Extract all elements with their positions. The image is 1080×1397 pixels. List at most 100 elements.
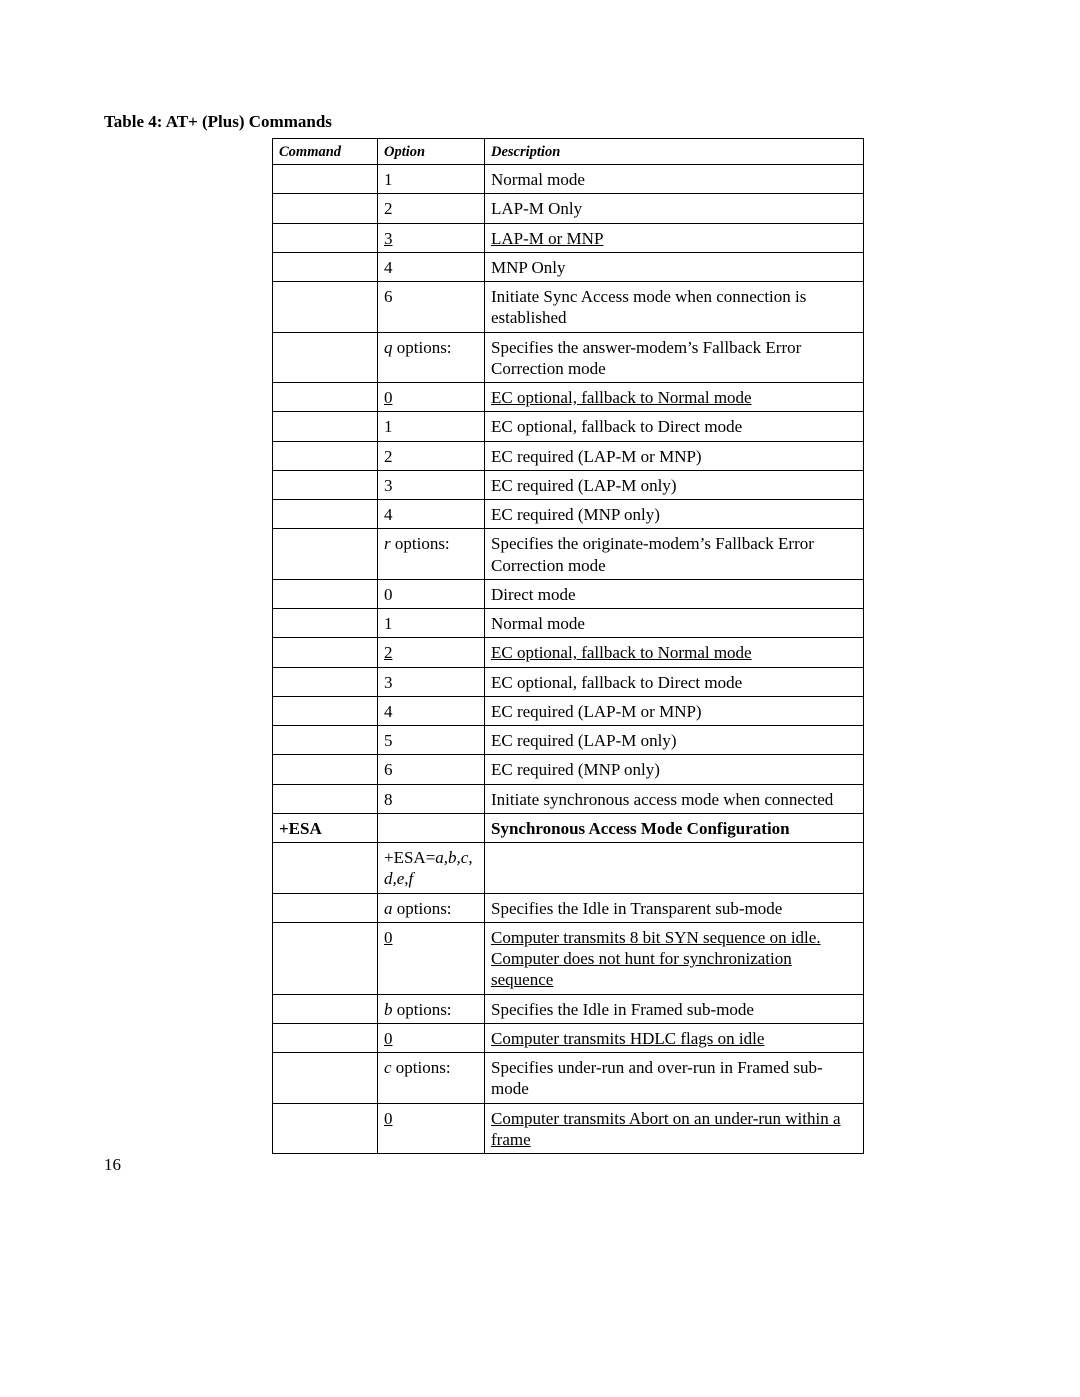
- cell-command: [273, 412, 378, 441]
- cell-command: [273, 194, 378, 223]
- cell-command: +ESA: [273, 813, 378, 842]
- cell-command: [273, 223, 378, 252]
- col-description: Description: [485, 139, 864, 165]
- cell-command: [273, 383, 378, 412]
- cell-command: [273, 609, 378, 638]
- cell-description: Specifies the originate-modem’s Fallback…: [485, 529, 864, 580]
- table-row: a options:Specifies the Idle in Transpar…: [273, 893, 864, 922]
- cell-description: EC optional, fallback to Direct mode: [485, 667, 864, 696]
- cell-option: 4: [378, 252, 485, 281]
- table-header-row: Command Option Description: [273, 139, 864, 165]
- cell-description: EC required (LAP-M or MNP): [485, 696, 864, 725]
- table-row: 0Computer transmits Abort on an under-ru…: [273, 1103, 864, 1154]
- table-row: b options:Specifies the Idle in Framed s…: [273, 994, 864, 1023]
- cell-command: [273, 500, 378, 529]
- cell-command: [273, 579, 378, 608]
- cell-option: 1: [378, 165, 485, 194]
- cell-option: 1: [378, 412, 485, 441]
- cell-description: Specifies the Idle in Framed sub-mode: [485, 994, 864, 1023]
- cell-option: 0: [378, 922, 485, 994]
- cell-option: 5: [378, 726, 485, 755]
- cell-option: 8: [378, 784, 485, 813]
- cell-description: Normal mode: [485, 609, 864, 638]
- cell-command: [273, 726, 378, 755]
- cell-option: 0: [378, 383, 485, 412]
- cell-command: [273, 441, 378, 470]
- cell-option: 3: [378, 223, 485, 252]
- cell-command: [273, 994, 378, 1023]
- cell-command: [273, 252, 378, 281]
- table-row: 0Direct mode: [273, 579, 864, 608]
- cell-option: b options:: [378, 994, 485, 1023]
- table-row: 3LAP-M or MNP: [273, 223, 864, 252]
- cell-description: EC optional, fallback to Normal mode: [485, 638, 864, 667]
- table-row: 0Computer transmits HDLC flags on idle: [273, 1023, 864, 1052]
- table-row: 1EC optional, fallback to Direct mode: [273, 412, 864, 441]
- cell-command: [273, 696, 378, 725]
- cell-option: 3: [378, 667, 485, 696]
- cell-description: Computer transmits HDLC flags on idle: [485, 1023, 864, 1052]
- table-row: +ESA=a,b,c,d,e,f: [273, 843, 864, 894]
- cell-command: [273, 638, 378, 667]
- cell-description: Specifies under-run and over-run in Fram…: [485, 1053, 864, 1104]
- cell-command: [273, 165, 378, 194]
- cell-description: Initiate Sync Access mode when connectio…: [485, 282, 864, 333]
- cell-option: 0: [378, 1103, 485, 1154]
- cell-description: Computer transmits 8 bit SYN sequence on…: [485, 922, 864, 994]
- cell-option: c options:: [378, 1053, 485, 1104]
- cell-command: [273, 843, 378, 894]
- table-row: 8Initiate synchronous access mode when c…: [273, 784, 864, 813]
- cell-option: 0: [378, 1023, 485, 1052]
- cell-description: LAP-M Only: [485, 194, 864, 223]
- cell-option: 6: [378, 755, 485, 784]
- cell-option: 3: [378, 470, 485, 499]
- table-row: 3EC optional, fallback to Direct mode: [273, 667, 864, 696]
- cell-option: 2: [378, 638, 485, 667]
- table-row: 2LAP-M Only: [273, 194, 864, 223]
- table-row: 0Computer transmits 8 bit SYN sequence o…: [273, 922, 864, 994]
- cell-description: EC required (MNP only): [485, 500, 864, 529]
- col-command: Command: [273, 139, 378, 165]
- cell-command: [273, 922, 378, 994]
- table-row: 6EC required (MNP only): [273, 755, 864, 784]
- cell-option: 1: [378, 609, 485, 638]
- cell-option: r options:: [378, 529, 485, 580]
- cell-option: 6: [378, 282, 485, 333]
- cell-option: 4: [378, 696, 485, 725]
- cell-option: 4: [378, 500, 485, 529]
- cell-command: [273, 470, 378, 499]
- cell-description: Specifies the Idle in Transparent sub-mo…: [485, 893, 864, 922]
- page-number: 16: [104, 1155, 121, 1175]
- cell-command: [273, 282, 378, 333]
- table-row: 2EC required (LAP-M or MNP): [273, 441, 864, 470]
- cell-option: a options:: [378, 893, 485, 922]
- cell-command: [273, 1053, 378, 1104]
- cell-description: Initiate synchronous access mode when co…: [485, 784, 864, 813]
- cell-command: [273, 332, 378, 383]
- cell-command: [273, 1023, 378, 1052]
- cell-command: [273, 755, 378, 784]
- cell-description: EC optional, fallback to Normal mode: [485, 383, 864, 412]
- cell-description: EC optional, fallback to Direct mode: [485, 412, 864, 441]
- cell-command: [273, 1103, 378, 1154]
- table-row: 1Normal mode: [273, 165, 864, 194]
- cell-command: [273, 667, 378, 696]
- table-title: Table 4: AT+ (Plus) Commands: [104, 112, 976, 132]
- cell-description: Computer transmits Abort on an under-run…: [485, 1103, 864, 1154]
- table-row: 4EC required (LAP-M or MNP): [273, 696, 864, 725]
- cell-description: EC required (LAP-M or MNP): [485, 441, 864, 470]
- table-row: 5EC required (LAP-M only): [273, 726, 864, 755]
- cell-description: EC required (LAP-M only): [485, 470, 864, 499]
- cell-description: EC required (LAP-M only): [485, 726, 864, 755]
- table-row: 4MNP Only: [273, 252, 864, 281]
- table-row: r options:Specifies the originate-modem’…: [273, 529, 864, 580]
- cell-option: +ESA=a,b,c,d,e,f: [378, 843, 485, 894]
- cell-option: [378, 813, 485, 842]
- col-option: Option: [378, 139, 485, 165]
- table-row: 2EC optional, fallback to Normal mode: [273, 638, 864, 667]
- cell-description: EC required (MNP only): [485, 755, 864, 784]
- cell-command: [273, 529, 378, 580]
- cell-description: LAP-M or MNP: [485, 223, 864, 252]
- table-row: +ESASynchronous Access Mode Configuratio…: [273, 813, 864, 842]
- cell-command: [273, 893, 378, 922]
